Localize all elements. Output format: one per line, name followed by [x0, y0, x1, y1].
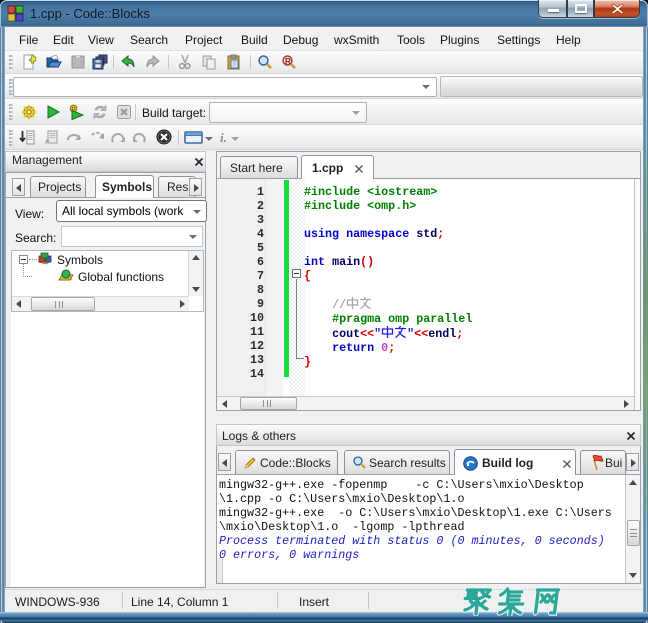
svg-text:R: R [285, 57, 291, 66]
